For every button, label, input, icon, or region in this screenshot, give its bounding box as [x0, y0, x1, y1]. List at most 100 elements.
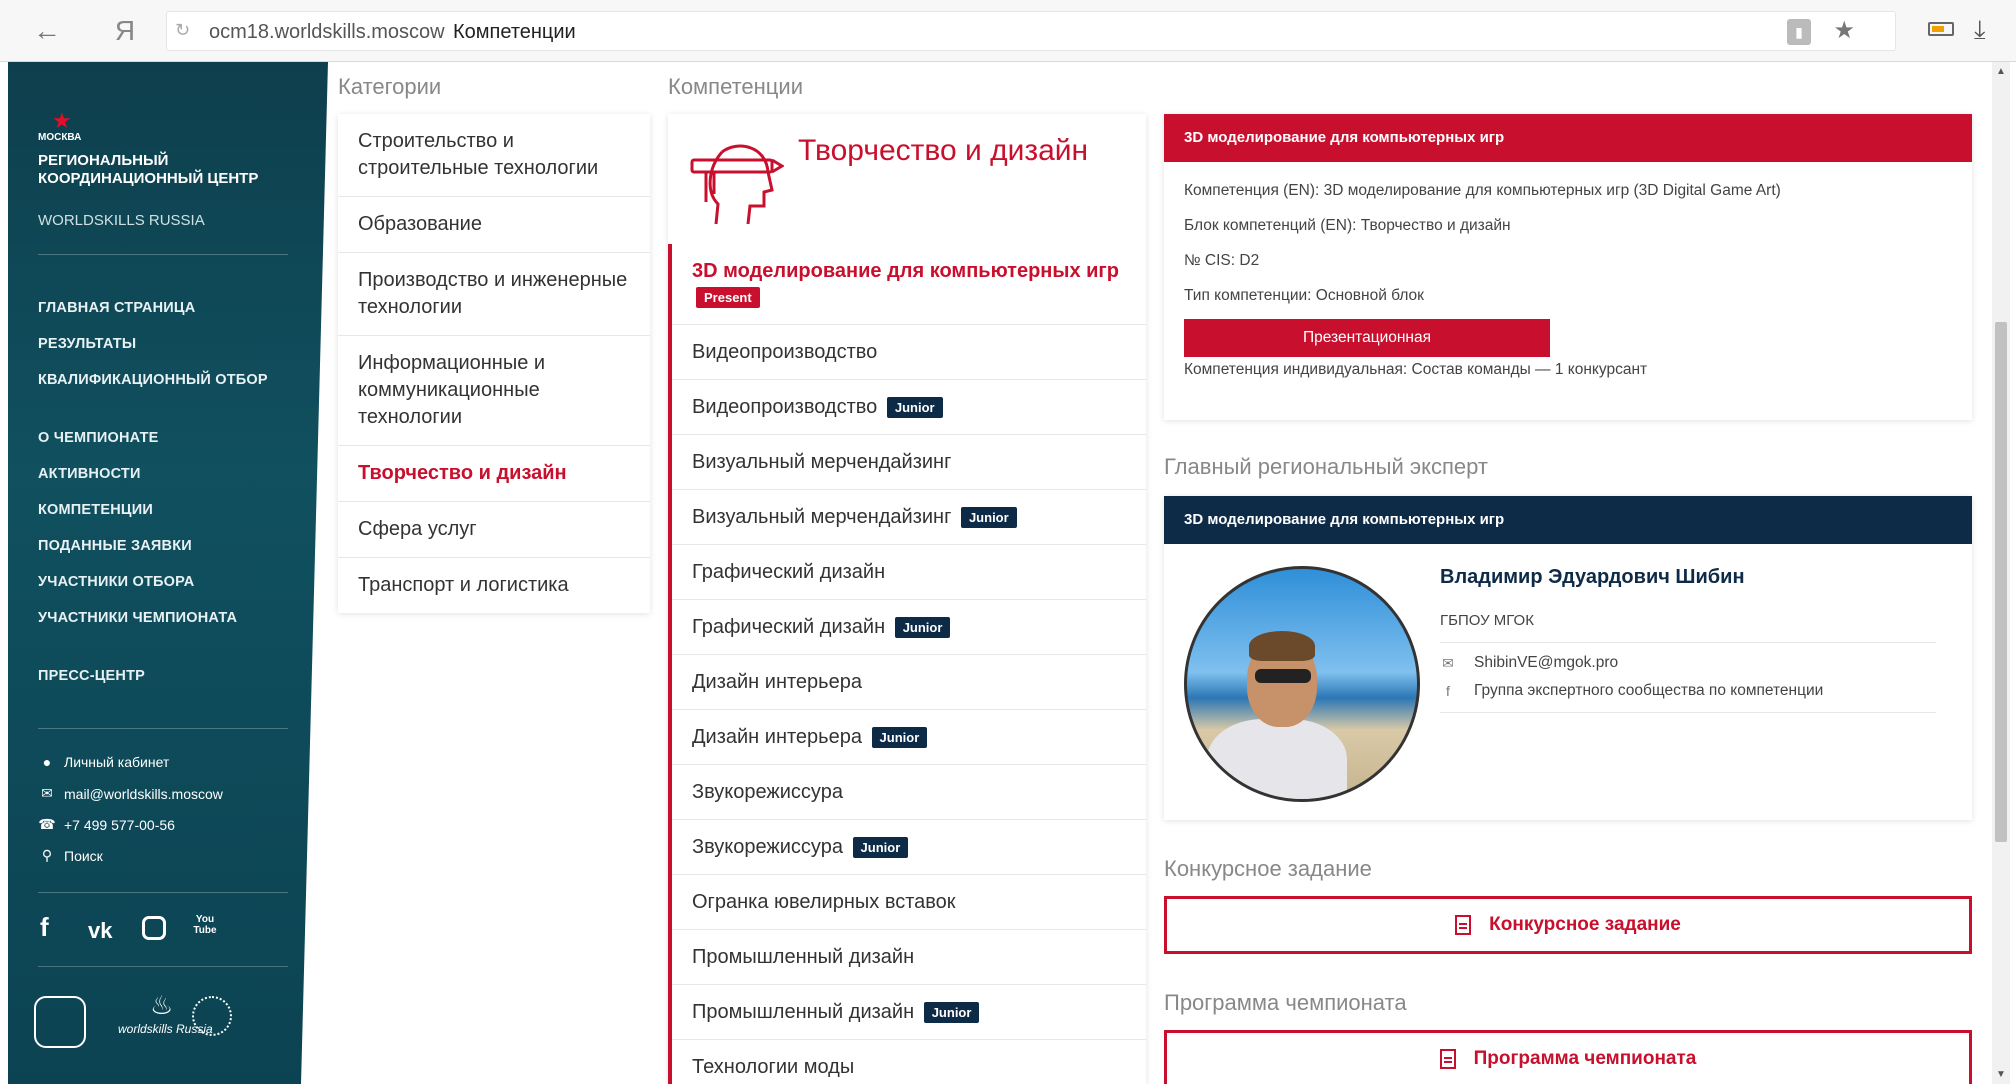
categories-title: Категории [338, 74, 442, 99]
nav-competencies[interactable]: КОМПЕТЕНЦИИ [38, 500, 268, 520]
nav-activities[interactable]: АКТИВНОСТИ [38, 464, 268, 484]
mail-icon: ✉ [1442, 654, 1454, 671]
instagram-icon[interactable] [142, 916, 166, 940]
task-button[interactable]: Конкурсное задание [1164, 896, 1972, 954]
phone-link[interactable]: ☎ +7 499 577-00-56 [38, 816, 175, 833]
yandex-icon[interactable]: Я [110, 14, 140, 48]
competency-item[interactable]: Промышленный дизайн [672, 930, 1146, 985]
scrollbar-thumb[interactable] [1995, 322, 2007, 842]
competency-item[interactable]: Огранка ювелирных вставок [672, 875, 1146, 930]
competency-label: Технологии моды [692, 1056, 855, 1078]
logo-subtitle: WORLDSKILLS RUSSIA [38, 212, 205, 229]
expert-section-title: Главный региональный эксперт [1164, 454, 1488, 479]
sidebar-divider [38, 254, 288, 255]
address-bar[interactable]: ↻ ocm18.worldskills.moscow Компетенции ▮… [166, 11, 1896, 51]
junior-badge: Junior [894, 617, 951, 639]
competency-item[interactable]: Звукорежиссура Junior [672, 820, 1146, 875]
expert-email-link[interactable]: ✉ ShibinVE@mgok.pro [1440, 654, 1618, 672]
info-block-en: Блок компетенций (EN): Творчество и диза… [1184, 217, 1511, 234]
competencies-title: Компетенции [668, 74, 803, 99]
competency-item[interactable]: Дизайн интерьера [672, 655, 1146, 710]
competency-item[interactable]: Графический дизайн [672, 545, 1146, 600]
nav-about[interactable]: О ЧЕМПИОНАТЕ [38, 428, 268, 448]
bookmark-star-icon[interactable]: ★ [1833, 16, 1855, 45]
competency-item[interactable]: Дизайн интерьера Junior [672, 710, 1146, 765]
categories-list: Строительство и строительные технологии … [338, 114, 650, 613]
competency-label: Дизайн интерьера [692, 671, 862, 693]
program-button-label: Программа чемпионата [1473, 1047, 1697, 1069]
task-button-label: Конкурсное задание [1489, 914, 1681, 935]
junior-badge: Junior [871, 727, 928, 749]
expert-group: Группа экспертного сообщества по компете… [1474, 682, 1824, 699]
expert-divider [1440, 712, 1936, 713]
program-section-title: Программа чемпионата [1164, 990, 1407, 1015]
presentation-button[interactable]: Презентационная [1184, 319, 1550, 357]
url-host: ocm18.worldskills.moscow [209, 21, 445, 43]
expert-email: ShibinVE@mgok.pro [1474, 654, 1619, 671]
logo-title[interactable]: РЕГИОНАЛЬНЫЙ КООРДИНАЦИОННЫЙ ЦЕНТР [38, 152, 298, 188]
category-item-active[interactable]: Творчество и дизайн [338, 446, 650, 502]
category-item[interactable]: Производство и инженерные технологии [338, 253, 650, 336]
facebook-icon: f [1446, 683, 1450, 699]
nav-applications[interactable]: ПОДАННЫЕ ЗАЯВКИ [38, 536, 268, 556]
junior-badge: Junior [960, 507, 1017, 529]
nav-qualification[interactable]: КВАЛИФИКАЦИОННЫЙ ОТБОР [38, 370, 268, 390]
competency-item[interactable]: Визуальный мерчендайзинг Junior [672, 490, 1146, 545]
scroll-up-icon[interactable]: ▲ [1996, 66, 2006, 77]
youtube-icon[interactable]: You Tube [192, 914, 218, 936]
nav-selection-participants[interactable]: УЧАСТНИКИ ОТБОРА [38, 572, 268, 592]
cabinet-link[interactable]: ● Личный кабинет [38, 754, 170, 770]
competency-item[interactable]: Видеопроизводство [672, 325, 1146, 380]
email-link[interactable]: ✉ mail@worldskills.moscow [38, 785, 223, 802]
competency-item[interactable]: Графический дизайн Junior [672, 600, 1146, 655]
competency-list: 3D моделирование для компьютерных игр Pr… [668, 244, 1146, 1084]
page-scrollbar[interactable]: ▲ ▼ [1992, 62, 2010, 1084]
scroll-down-icon[interactable]: ▼ [1996, 1069, 2006, 1080]
facebook-icon[interactable]: f [40, 912, 49, 943]
competency-label: Промышленный дизайн [692, 1001, 915, 1023]
program-button[interactable]: Программа чемпионата [1164, 1030, 1972, 1084]
category-item[interactable]: Информационные и коммуникационные технол… [338, 336, 650, 446]
info-cis-number: № CIS: D2 [1184, 252, 1260, 269]
competency-label: Визуальный мерчендайзинг [692, 451, 952, 473]
competency-item[interactable]: Технологии моды [672, 1040, 1146, 1084]
cabinet-label: Личный кабинет [64, 754, 170, 770]
email-label: mail@worldskills.moscow [64, 785, 223, 802]
expert-group-link[interactable]: f Группа экспертного сообщества по компе… [1440, 682, 1823, 700]
nav-main-page[interactable]: ГЛАВНАЯ СТРАНИЦА [38, 298, 268, 318]
competencies-panel: Творчество и дизайн 3D моделирование для… [668, 114, 1146, 1084]
category-item[interactable]: Сфера услуг [338, 502, 650, 558]
info-card-header: 3D моделирование для компьютерных игр [1164, 114, 1972, 162]
competency-item[interactable]: Промышленный дизайн Junior [672, 985, 1146, 1040]
competency-label: Звукорежиссура [692, 781, 843, 803]
url-page-title: Компетенции [453, 21, 576, 43]
junior-badge: Junior [852, 837, 909, 859]
document-icon [1455, 915, 1472, 935]
competency-item[interactable]: Визуальный мерчендайзинг [672, 435, 1146, 490]
back-icon[interactable]: ← [32, 16, 62, 46]
star-logo-icon: ★ [52, 108, 72, 133]
search-link[interactable]: ⚲ Поиск [38, 847, 103, 864]
download-icon[interactable]: ⤓ [1974, 14, 1986, 46]
competency-item[interactable]: Звукорежиссура [672, 765, 1146, 820]
category-item[interactable]: Строительство и строительные технологии [338, 114, 650, 197]
competency-item[interactable]: Видеопроизводство Junior [672, 380, 1146, 435]
reload-icon[interactable]: ↻ [175, 20, 190, 41]
competency-label: Визуальный мерчендайзинг [692, 506, 952, 528]
category-item[interactable]: Образование [338, 197, 650, 253]
vk-icon[interactable]: vk [88, 918, 112, 944]
nav-press-center[interactable]: ПРЕСС-ЦЕНТР [38, 666, 268, 686]
competency-label: Огранка ювелирных вставок [692, 891, 956, 913]
nav-results[interactable]: РЕЗУЛЬТАТЫ [38, 334, 268, 354]
battery-icon[interactable] [1928, 22, 1954, 36]
competency-label: Графический дизайн [692, 616, 886, 638]
competency-label: Графический дизайн [692, 561, 886, 583]
expert-name: Владимир Эдуардович Шибин [1440, 566, 1745, 588]
lock-icon[interactable]: ▮ [1787, 19, 1811, 45]
sidebar-divider [38, 966, 288, 967]
competency-label: Звукорежиссура [692, 836, 843, 858]
category-item[interactable]: Транспорт и логистика [338, 558, 650, 613]
junior-badge: Junior [886, 397, 943, 419]
nav-championship-participants[interactable]: УЧАСТНИКИ ЧЕМПИОНАТА [38, 608, 268, 628]
competency-item-active[interactable]: 3D моделирование для компьютерных игр Pr… [672, 244, 1146, 325]
